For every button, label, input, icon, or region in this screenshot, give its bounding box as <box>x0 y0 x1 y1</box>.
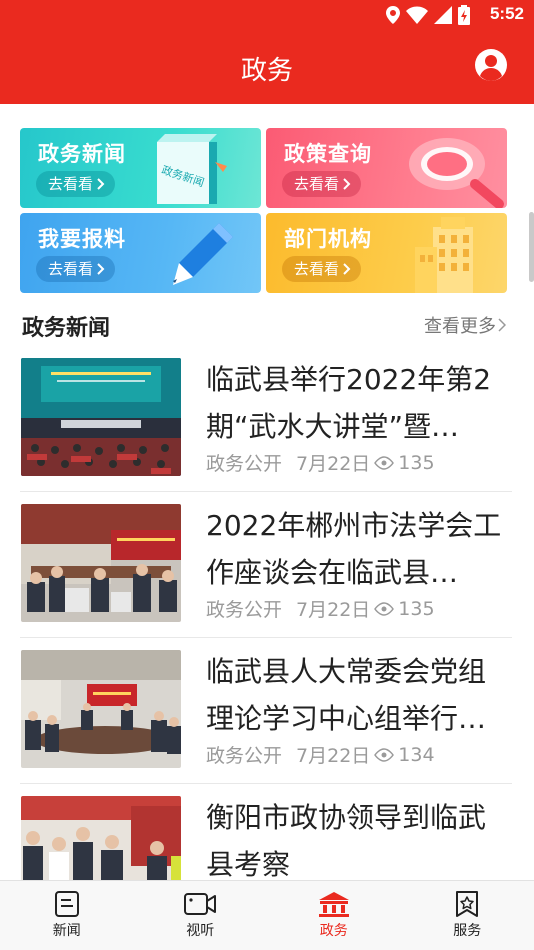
news-date: 7月22日 <box>296 453 371 475</box>
government-icon <box>318 892 349 917</box>
nav-item-news[interactable]: 新闻 <box>0 881 134 950</box>
news-item[interactable]: 临武县人大常委会党组理论学习中心组举行… 政务公开 7月22日 134 <box>20 638 512 784</box>
signal-icon <box>434 6 452 24</box>
go-see-button[interactable]: 去看看 <box>282 171 362 197</box>
tile-departments[interactable]: 部门机构 去看看 <box>266 213 507 293</box>
go-see-button[interactable]: 去看看 <box>36 256 116 282</box>
magnifier-icon <box>409 138 504 208</box>
news-thumbnail <box>21 650 181 768</box>
tile-policy-query[interactable]: 政策查询 去看看 <box>266 128 507 208</box>
pencil-icon <box>173 223 233 285</box>
news-views: 134 <box>398 743 435 766</box>
eye-icon <box>374 455 395 470</box>
news-thumbnail <box>21 358 181 476</box>
top-bar: 5:52 政务 <box>0 0 534 104</box>
service-icon <box>456 891 479 917</box>
news-item[interactable]: 2022年郴州市法学会工作座谈会在临武县… 政务公开 7月22日 135 <box>20 492 512 638</box>
view-more-link[interactable]: 查看更多 <box>424 312 506 338</box>
go-see-button[interactable]: 去看看 <box>36 171 116 197</box>
user-icon <box>475 49 507 81</box>
news-source: 政务公开 <box>206 745 283 767</box>
button-label: 去看看 <box>294 175 340 193</box>
news-title: 2022年郴州市法学会工作座谈会在临武县… <box>206 509 502 589</box>
bottom-nav: 新闻 视听 政务 服务 <box>0 880 534 950</box>
nav-item-government[interactable]: 政务 <box>267 881 401 950</box>
news-date: 7月22日 <box>296 599 371 621</box>
nav-label: 视听 <box>186 923 215 939</box>
chevron-right-icon <box>343 263 351 275</box>
go-see-button[interactable]: 去看看 <box>282 256 362 282</box>
status-icons <box>386 5 470 25</box>
news-source: 政务公开 <box>206 599 283 621</box>
nav-label: 政务 <box>319 923 348 939</box>
chevron-right-icon <box>498 318 506 332</box>
building-icon <box>415 217 473 293</box>
battery-icon <box>458 5 470 25</box>
news-source: 政务公开 <box>206 453 283 475</box>
status-bar: 5:52 <box>0 0 534 30</box>
news-meta: 政务公开 7月22日 135 <box>206 595 435 622</box>
location-icon <box>386 6 400 24</box>
news-title: 衡阳市政协领导到临武县考察 <box>206 801 487 881</box>
tile-label: 政务新闻 <box>38 142 126 166</box>
nav-item-video[interactable]: 视听 <box>134 881 268 950</box>
eye-icon <box>374 601 395 616</box>
profile-button[interactable] <box>474 48 508 82</box>
news-meta: 政务公开 7月22日 134 <box>206 741 435 768</box>
status-time: 5:52 <box>489 4 524 23</box>
nav-item-service[interactable]: 服务 <box>401 881 534 950</box>
tile-submit-report[interactable]: 我要报料 去看看 <box>20 213 261 293</box>
news-item[interactable]: 临武县举行2022年第2期“武水大讲堂”暨… 政务公开 7月22日 135 <box>20 346 512 492</box>
news-icon <box>54 891 79 917</box>
news-views: 135 <box>398 597 435 620</box>
nav-label: 服务 <box>453 923 482 939</box>
news-title: 临武县举行2022年第2期“武水大讲堂”暨… <box>206 363 492 443</box>
wifi-icon <box>406 6 428 24</box>
chevron-right-icon <box>97 263 105 275</box>
page-title: 政务 <box>240 56 293 86</box>
button-label: 去看看 <box>48 175 94 193</box>
nav-label: 新闻 <box>52 923 81 939</box>
tile-label: 我要报料 <box>38 227 126 251</box>
book-icon: 政务新闻 <box>157 134 227 204</box>
tile-label: 部门机构 <box>284 227 372 251</box>
video-icon <box>184 893 217 915</box>
tile-gov-news[interactable]: 政务新闻 去看看 政务新闻 <box>20 128 261 208</box>
scrollbar[interactable] <box>529 212 534 282</box>
news-thumbnail <box>21 504 181 622</box>
view-more-label: 查看更多 <box>424 316 496 337</box>
button-label: 去看看 <box>48 260 94 278</box>
eye-icon <box>374 747 395 762</box>
news-title: 临武县人大常委会党组理论学习中心组举行… <box>206 655 487 735</box>
chevron-right-icon <box>343 178 351 190</box>
news-views: 135 <box>398 451 435 474</box>
news-date: 7月22日 <box>296 745 371 767</box>
tile-label: 政策查询 <box>284 142 372 166</box>
section-title: 政务新闻 <box>22 316 111 341</box>
news-meta: 政务公开 7月22日 135 <box>206 449 435 476</box>
chevron-right-icon <box>97 178 105 190</box>
button-label: 去看看 <box>294 260 340 278</box>
